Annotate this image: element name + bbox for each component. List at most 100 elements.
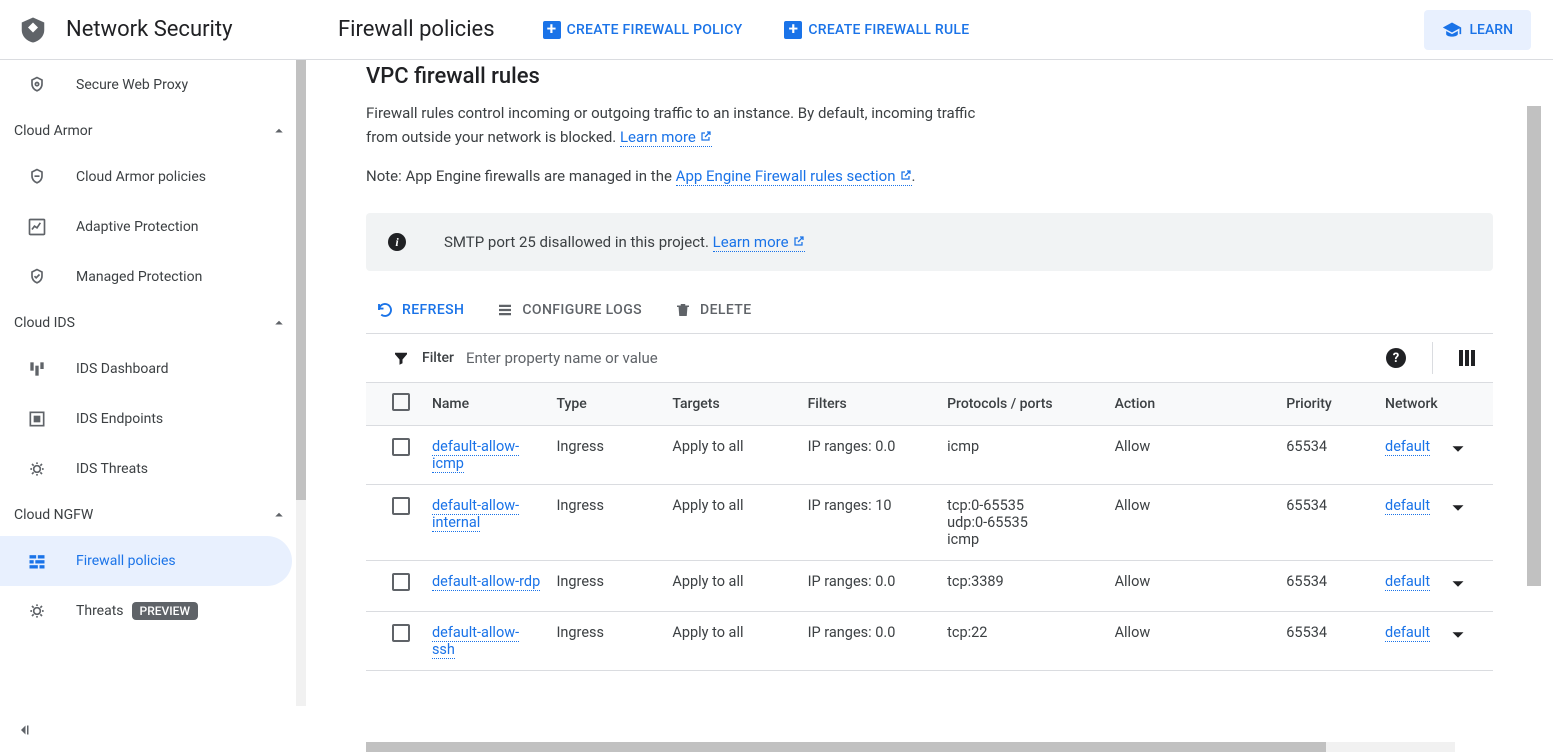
learn-label: LEARN xyxy=(1470,22,1514,38)
filter-input[interactable] xyxy=(466,349,1374,367)
external-link-icon xyxy=(900,167,912,185)
chevron-up-icon xyxy=(270,506,288,524)
table-row: default-allow-internalIngressApply to al… xyxy=(366,485,1493,561)
sidebar-item-firewall-policies[interactable]: Firewall policies xyxy=(0,536,292,586)
network-link[interactable]: default xyxy=(1385,497,1430,515)
main-content: VPC firewall rules Firewall rules contro… xyxy=(306,60,1553,752)
expand-row-button[interactable] xyxy=(1447,573,1469,595)
rule-name-link[interactable]: default-allow-ssh xyxy=(432,624,519,659)
note-text: Note: App Engine firewalls are managed i… xyxy=(366,167,1493,185)
app-engine-link[interactable]: App Engine Firewall rules section xyxy=(676,167,912,186)
col-type[interactable]: Type xyxy=(548,383,664,426)
rule-name-link[interactable]: default-allow-internal xyxy=(432,497,519,532)
sidebar-group-cloud-armor[interactable]: Cloud Armor xyxy=(0,110,306,152)
cell-targets: Apply to all xyxy=(664,426,799,485)
collapse-sidebar-button[interactable] xyxy=(0,708,48,752)
rule-name-link[interactable]: default-allow-rdp xyxy=(432,573,540,591)
table-toolbar: REFRESH CONFIGURE LOGS DELETE xyxy=(366,301,1493,333)
network-link[interactable]: default xyxy=(1385,624,1430,642)
external-link-icon xyxy=(700,125,712,149)
col-action[interactable]: Action xyxy=(1107,383,1279,426)
refresh-button[interactable]: REFRESH xyxy=(376,301,464,319)
table-row: default-allow-rdpIngressApply to allIP r… xyxy=(366,561,1493,612)
col-targets[interactable]: Targets xyxy=(664,383,799,426)
cell-protocols: tcp:3389 xyxy=(939,561,1106,612)
main-scrollbar-vertical[interactable] xyxy=(1527,60,1541,744)
learn-more-link[interactable]: Learn more xyxy=(620,128,712,147)
cell-type: Ingress xyxy=(548,612,664,671)
col-network[interactable]: Network xyxy=(1377,383,1439,426)
sidebar-item-managed-protection[interactable]: Managed Protection xyxy=(0,252,292,302)
learn-button[interactable]: LEARN xyxy=(1424,10,1532,50)
threats-icon xyxy=(26,458,48,480)
sidebar-group-cloud-ids[interactable]: Cloud IDS xyxy=(0,302,306,344)
banner-learn-more-link[interactable]: Learn more xyxy=(713,233,805,252)
sidebar-item-label: IDS Endpoints xyxy=(76,411,163,427)
rule-name-link[interactable]: default-allow-icmp xyxy=(432,438,519,473)
col-name[interactable]: Name xyxy=(424,383,549,426)
sidebar-item-cloud-armor-policies[interactable]: Cloud Armor policies xyxy=(0,152,292,202)
cell-priority: 65534 xyxy=(1278,612,1377,671)
cell-protocols: tcp:22 xyxy=(939,612,1106,671)
table-scrollbar-horizontal[interactable] xyxy=(366,742,1455,752)
shield-icon xyxy=(18,13,48,47)
col-priority[interactable]: Priority xyxy=(1278,383,1377,426)
sidebar-item-threats[interactable]: Threats PREVIEW xyxy=(0,586,292,636)
expand-row-button[interactable] xyxy=(1447,624,1469,646)
sidebar-item-ids-threats[interactable]: IDS Threats xyxy=(0,444,292,494)
cell-targets: Apply to all xyxy=(664,612,799,671)
cell-targets: Apply to all xyxy=(664,561,799,612)
filter-label: Filter xyxy=(422,350,454,366)
create-rule-label: CREATE FIREWALL RULE xyxy=(808,22,969,38)
help-button[interactable]: ? xyxy=(1386,348,1406,368)
column-selector-button[interactable] xyxy=(1459,350,1475,366)
plus-icon: + xyxy=(784,21,802,39)
armor-icon xyxy=(26,166,48,188)
sidebar-item-secure-web-proxy[interactable]: Secure Web Proxy xyxy=(0,60,292,110)
configure-logs-button[interactable]: CONFIGURE LOGS xyxy=(496,301,642,319)
table-header-row: Name Type Targets Filters Protocols / po… xyxy=(366,383,1493,426)
table-row: default-allow-ssh IngressApply to allIP r… xyxy=(366,612,1493,671)
sidebar-item-ids-dashboard[interactable]: IDS Dashboard xyxy=(0,344,292,394)
sidebar-scrollbar[interactable] xyxy=(296,60,306,706)
create-policy-label: CREATE FIREWALL POLICY xyxy=(567,22,743,38)
create-firewall-policy-button[interactable]: + CREATE FIREWALL POLICY xyxy=(531,12,755,48)
proxy-icon xyxy=(26,74,48,96)
sidebar-group-cloud-ngfw[interactable]: Cloud NGFW xyxy=(0,494,306,536)
sidebar-item-label: Cloud Armor policies xyxy=(76,169,206,185)
create-firewall-rule-button[interactable]: + CREATE FIREWALL RULE xyxy=(772,12,981,48)
cell-filters: IP ranges: 0.0 xyxy=(800,612,940,671)
expand-row-button[interactable] xyxy=(1447,497,1469,519)
sidebar-item-adaptive-protection[interactable]: Adaptive Protection xyxy=(0,202,292,252)
network-link[interactable]: default xyxy=(1385,438,1430,456)
graduation-cap-icon xyxy=(1442,20,1462,40)
cell-targets: Apply to all xyxy=(664,485,799,561)
col-protocols[interactable]: Protocols / ports xyxy=(939,383,1106,426)
cell-filters: IP ranges: 10 xyxy=(800,485,940,561)
expand-row-button[interactable] xyxy=(1447,438,1469,460)
trash-icon xyxy=(674,301,692,319)
row-checkbox[interactable] xyxy=(392,497,410,515)
dashboard-icon xyxy=(26,358,48,380)
banner-message: SMTP port 25 disallowed in this project.… xyxy=(444,233,805,251)
row-checkbox[interactable] xyxy=(392,624,410,642)
cell-type: Ingress xyxy=(548,561,664,612)
cell-action: Allow xyxy=(1107,612,1279,671)
cell-action: Allow xyxy=(1107,561,1279,612)
table-row: default-allow-icmpIngressApply to allIP … xyxy=(366,426,1493,485)
row-checkbox[interactable] xyxy=(392,438,410,456)
chevron-down-icon xyxy=(1447,438,1469,460)
info-icon: i xyxy=(388,233,406,251)
network-link[interactable]: default xyxy=(1385,573,1430,591)
preview-badge: PREVIEW xyxy=(132,602,198,620)
section-description: Firewall rules control incoming or outgo… xyxy=(366,101,976,149)
chevron-left-icon xyxy=(15,721,33,739)
sidebar-item-label: Firewall policies xyxy=(76,553,176,569)
chart-icon xyxy=(26,216,48,238)
sidebar-item-ids-endpoints[interactable]: IDS Endpoints xyxy=(0,394,292,444)
col-filters[interactable]: Filters xyxy=(800,383,940,426)
delete-button[interactable]: DELETE xyxy=(674,301,752,319)
select-all-checkbox[interactable] xyxy=(392,393,410,411)
sidebar-item-label: Secure Web Proxy xyxy=(76,77,188,93)
row-checkbox[interactable] xyxy=(392,573,410,591)
